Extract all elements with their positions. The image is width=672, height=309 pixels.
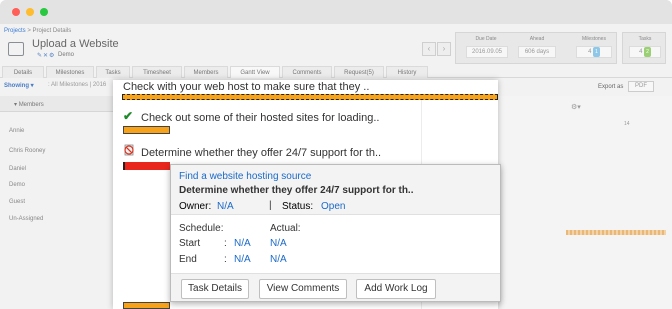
tooltip-task-title: Determine whether they offer 24/7 suppor… (179, 185, 414, 196)
task-bar-2[interactable] (123, 126, 170, 134)
task-tooltip: Find a website hosting source Determine … (170, 164, 501, 302)
tooltip-header: Find a website hosting source Determine … (171, 165, 500, 215)
task-details-button[interactable]: Task Details (181, 279, 249, 299)
minimize-window-button[interactable] (26, 8, 34, 16)
next-project-button[interactable]: › (437, 42, 451, 56)
tab-requests[interactable]: Request(5) (334, 66, 384, 78)
add-work-log-button[interactable]: Add Work Log (356, 279, 436, 299)
milestones-label: Milestones (582, 36, 606, 42)
filter-text: : All Milestones | 2016 (48, 82, 107, 88)
tab-gantt-view[interactable]: Gantt View (230, 66, 280, 78)
timeline-task-bar[interactable] (566, 230, 666, 235)
schedule-end-value[interactable]: N/A (234, 254, 251, 265)
end-label: End (179, 254, 197, 265)
project-stats: Due Date 2016.09.05 Ahead 606 days Miles… (455, 32, 617, 64)
start-colon: : (224, 238, 227, 249)
status-value[interactable]: Open (321, 201, 345, 212)
member-guest[interactable]: Guest (9, 199, 25, 205)
breadcrumb-current: > Project Details (27, 28, 72, 34)
owner-label: Owner: (179, 201, 212, 212)
app-window: Projects > Project Details Upload a Webs… (0, 0, 672, 309)
no-entry-icon (124, 144, 134, 156)
schedule-label: Schedule: (179, 223, 224, 234)
tab-tasks[interactable]: Tasks (96, 66, 130, 78)
start-label: Start (179, 238, 201, 249)
tasks-value: 4 2 (629, 46, 661, 58)
owner-status-separator: | (269, 200, 272, 211)
folder-icon (8, 42, 24, 56)
task-bar-4[interactable] (123, 302, 170, 309)
tab-details[interactable]: Details (2, 66, 44, 78)
due-date-label: Due Date (475, 36, 497, 42)
due-date-value: 2016.09.05 (466, 46, 508, 58)
tab-milestones[interactable]: Milestones (46, 66, 94, 78)
tab-comments[interactable]: Comments (282, 66, 332, 78)
tasks-stat: Tasks 4 2 (622, 32, 666, 64)
milestones-count: 4 (588, 49, 592, 55)
member-annie[interactable]: Annie (9, 128, 24, 134)
close-window-button[interactable] (12, 8, 20, 16)
owner-value[interactable]: N/A (217, 201, 234, 212)
member-chris-rooney[interactable]: Chris Rooney (9, 148, 45, 154)
showing-label: Showing (4, 83, 29, 89)
prev-project-button[interactable]: ‹ (422, 42, 436, 56)
page-title: Upload a Website (32, 38, 119, 50)
tab-members[interactable]: Members (184, 66, 228, 78)
gantt-timeline (498, 96, 672, 309)
schedule-start-value[interactable]: N/A (234, 238, 251, 249)
checkmark-icon: ✔ (123, 109, 134, 123)
breadcrumb: Projects > Project Details (4, 28, 71, 34)
gear-icon[interactable]: ⚙▾ (571, 103, 581, 111)
tab-bar: Details Milestones Tasks Timesheet Membe… (0, 66, 672, 78)
view-comments-button[interactable]: View Comments (259, 279, 347, 299)
project-client: Demo (58, 52, 75, 58)
ahead-label: Ahead (529, 36, 545, 42)
timeline-day-label: 14 (624, 121, 630, 127)
member-un-assigned[interactable]: Un-Assigned (9, 216, 43, 222)
milestones-value: 4 1 (576, 46, 612, 58)
actual-end-value[interactable]: N/A (270, 254, 287, 265)
status-label: Status: (282, 201, 314, 212)
export-label: Export as (598, 84, 624, 90)
member-daniel[interactable]: Daniel (9, 166, 26, 172)
task-bar-selected[interactable] (122, 94, 498, 100)
members-header-label: Members (18, 102, 44, 108)
task-name-3[interactable]: Determine whether they offer 24/7 suppor… (141, 147, 381, 159)
actual-label: Actual: (270, 223, 301, 234)
milestone-link[interactable]: Find a website hosting source (179, 171, 311, 182)
members-header: ▾ Members (0, 96, 115, 112)
tooltip-actions: Task Details View Comments Add Work Log (171, 273, 500, 301)
milestones-badge: 1 (593, 47, 600, 57)
member-demo[interactable]: Demo (9, 182, 25, 188)
breadcrumb-projects-link[interactable]: Projects (4, 28, 26, 34)
actual-start-value[interactable]: N/A (270, 238, 287, 249)
tasks-count: 4 (639, 49, 643, 55)
tasks-badge: 2 (644, 47, 651, 57)
showing-filter[interactable]: Showing ▾ (4, 82, 34, 89)
tab-history[interactable]: History (386, 66, 428, 78)
export-pdf-button[interactable]: PDF (628, 81, 654, 92)
end-colon: : (224, 254, 227, 265)
zoom-window-button[interactable] (40, 8, 48, 16)
task-name-1[interactable]: Check with your web host to make sure th… (123, 81, 369, 93)
tab-timesheet[interactable]: Timesheet (132, 66, 182, 78)
task-name-2[interactable]: Check out some of their hosted sites for… (141, 112, 379, 124)
ahead-value: 606 days (518, 46, 556, 58)
project-action-icons[interactable]: ✎✕⚙ (37, 52, 55, 59)
title-bar (0, 0, 672, 24)
task-bar-3[interactable] (123, 162, 170, 170)
tasks-label: Tasks (638, 36, 652, 42)
